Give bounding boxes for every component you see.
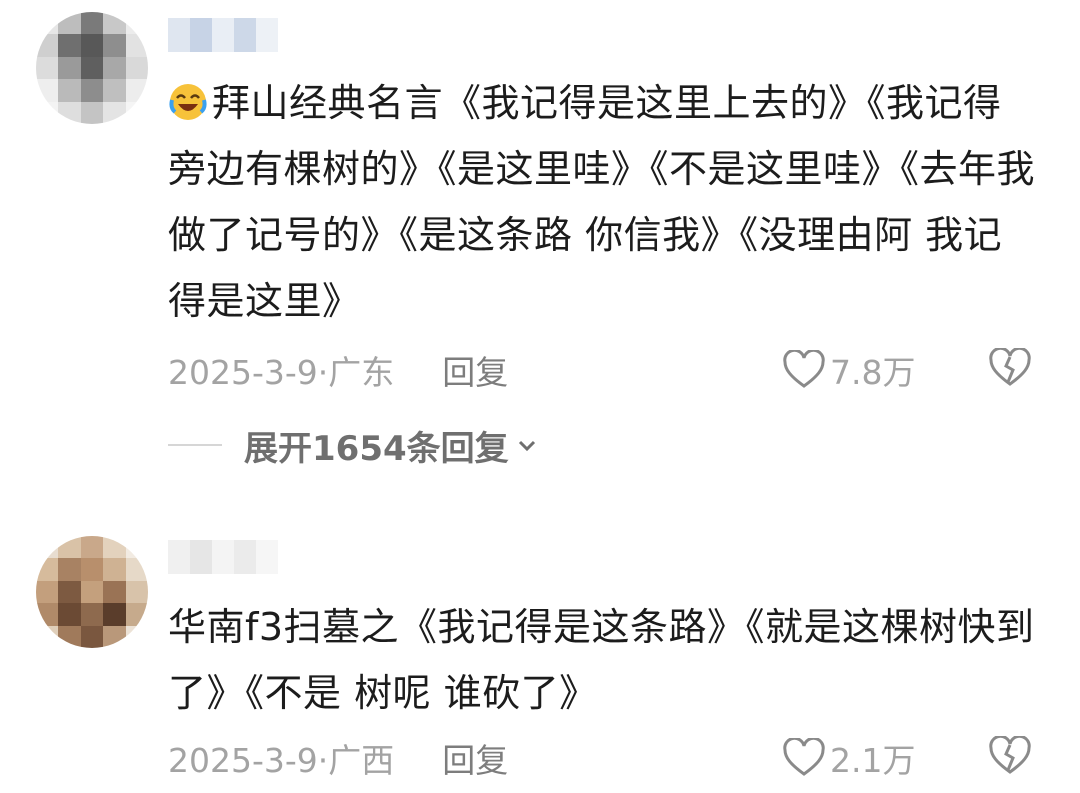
dislike-button[interactable] <box>988 734 1032 784</box>
comment-meta: 2025-3-9·广西 回复 2.1万 <box>168 734 1040 782</box>
avatar[interactable] <box>36 12 148 124</box>
comment-body: 华南f3扫墓之《我记得是这条路》《就是这棵树快到了》《不是 树呢 谁砍了》 <box>168 605 1035 715</box>
expand-replies-label: 展开1654条回复 <box>244 428 509 469</box>
comment-date: 2025-3-9·广东 <box>168 346 394 394</box>
username-blurred[interactable] <box>168 18 278 52</box>
avatar[interactable] <box>36 536 148 648</box>
comment-body: 拜山经典名言《我记得是这里上去的》《我记得旁边有棵树的》《是这里哇》《不是这里哇… <box>168 81 1036 323</box>
broken-heart-icon <box>989 346 1031 386</box>
reply-button[interactable]: 回复 <box>442 734 508 782</box>
reply-button[interactable]: 回复 <box>442 346 508 394</box>
comment-text: 拜山经典名言《我记得是这里上去的》《我记得旁边有棵树的》《是这里哇》《不是这里哇… <box>168 70 1038 334</box>
location-text: 广东 <box>328 353 395 392</box>
dislike-button[interactable] <box>988 346 1032 396</box>
location-text: 广西 <box>328 741 395 780</box>
heart-outline-icon <box>783 738 825 776</box>
username-blurred[interactable] <box>168 540 278 574</box>
laughing-crying-emoji-icon <box>169 84 207 120</box>
heart-outline-icon <box>783 350 825 388</box>
like-count: 2.1万 <box>830 741 916 780</box>
like-count: 7.8万 <box>830 353 916 392</box>
comment-meta: 2025-3-9·广东 回复 7.8万 <box>168 346 1040 394</box>
broken-heart-icon <box>989 734 1031 774</box>
comment-date: 2025-3-9·广西 <box>168 734 394 782</box>
comment-text: 华南f3扫墓之《我记得是这条路》《就是这棵树快到了》《不是 树呢 谁砍了》 <box>168 594 1038 726</box>
expand-replies-button[interactable]: 展开1654条回复 <box>168 420 539 470</box>
like-button[interactable]: 2.1万 <box>782 734 915 782</box>
date-text: 2025-3-9· <box>168 741 329 780</box>
chevron-down-icon <box>518 440 535 452</box>
date-text: 2025-3-9· <box>168 353 329 392</box>
like-button[interactable]: 7.8万 <box>782 346 915 394</box>
divider-line <box>168 444 222 446</box>
